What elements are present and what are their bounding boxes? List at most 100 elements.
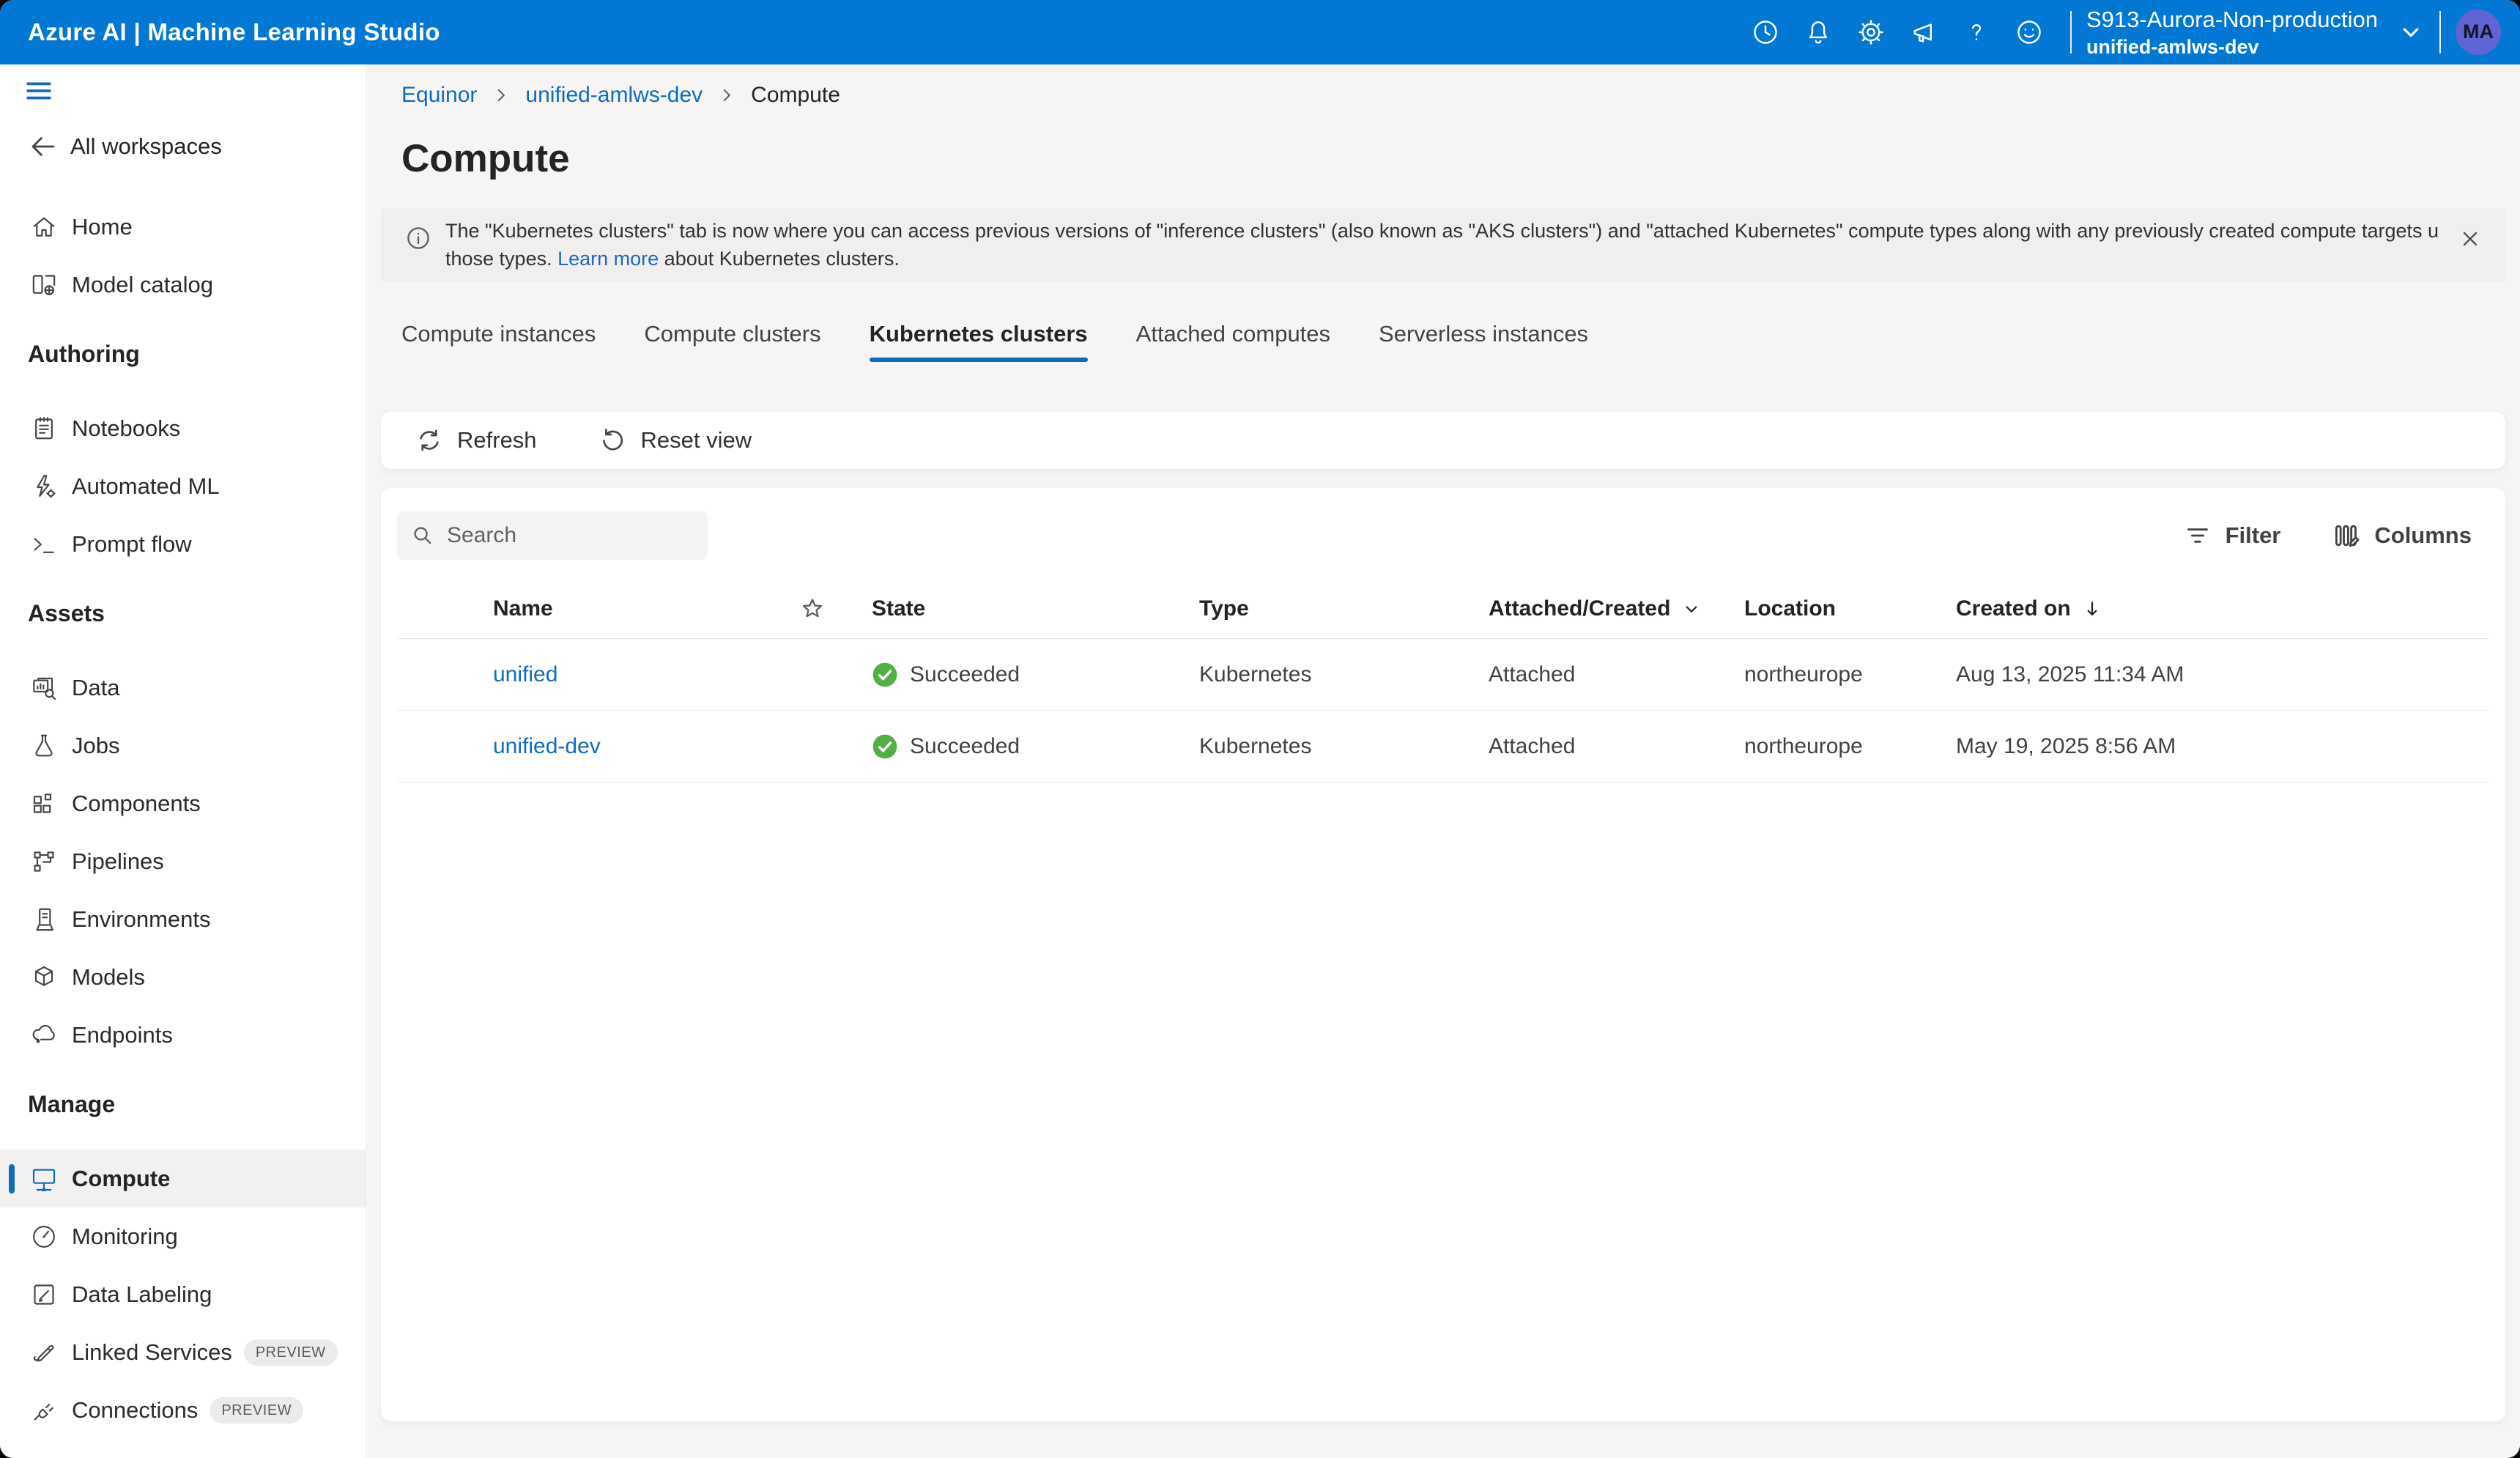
notifications-button[interactable] — [1796, 10, 1840, 54]
search-box[interactable] — [397, 511, 708, 560]
banner-line-1: The "Kubernetes clusters" tab is now whe… — [445, 217, 2438, 245]
settings-button[interactable] — [1849, 10, 1893, 54]
data-icon — [28, 672, 60, 704]
menu-toggle-button[interactable] — [23, 73, 67, 108]
reset-view-button[interactable]: Reset view — [598, 426, 752, 455]
info-banner: The "Kubernetes clusters" tab is now whe… — [381, 208, 2505, 281]
gear-icon — [1856, 17, 1886, 48]
sidebar-item-connections[interactable]: Connections PREVIEW — [0, 1381, 366, 1439]
sidebar-item-label: Pipelines — [72, 848, 164, 875]
tab-compute-clusters[interactable]: Compute clusters — [644, 321, 820, 362]
sidebar-item-label: Compute — [72, 1166, 170, 1192]
sidebar-item-jobs[interactable]: Jobs — [0, 717, 366, 774]
filter-icon — [2183, 521, 2212, 550]
pipelines-icon — [28, 845, 60, 878]
sidebar-item-linked-services[interactable]: Linked Services PREVIEW — [0, 1323, 366, 1381]
banner-close-button[interactable] — [2453, 221, 2488, 256]
sidebar-item-compute[interactable]: Compute — [0, 1150, 366, 1207]
cube-icon — [28, 961, 60, 993]
filter-button[interactable]: Filter — [2183, 521, 2281, 550]
sidebar-item-monitoring[interactable]: Monitoring — [0, 1207, 366, 1265]
app-title: Azure AI | Machine Learning Studio — [28, 18, 440, 46]
columns-label: Columns — [2374, 522, 2472, 549]
endpoints-cloud-icon — [28, 1019, 60, 1051]
preview-badge: PREVIEW — [244, 1339, 338, 1366]
sidebar-item-endpoints[interactable]: Endpoints — [0, 1006, 366, 1064]
gauge-icon — [28, 1221, 60, 1253]
hamburger-icon — [23, 75, 54, 106]
home-icon — [28, 211, 60, 243]
column-header-location[interactable]: Location — [1744, 596, 1836, 621]
tab-attached-computes[interactable]: Attached computes — [1136, 321, 1330, 362]
megaphone-icon — [1908, 17, 1939, 48]
user-avatar[interactable]: MA — [2456, 10, 2501, 55]
label-pen-icon — [28, 1278, 60, 1311]
favorite-column-header[interactable] — [798, 595, 826, 623]
workspace-subtitle: unified-amlws-dev — [2086, 35, 2378, 59]
sidebar-item-home[interactable]: Home — [0, 198, 366, 256]
location-cell: northeurope — [1744, 734, 1863, 759]
workspace-switcher[interactable]: S913-Aurora-Non-production unified-amlws… — [2086, 6, 2425, 59]
cluster-name-link[interactable]: unified — [493, 662, 557, 687]
column-header-attached-created[interactable]: Attached/Created — [1489, 596, 1702, 621]
preview-badge: PREVIEW — [210, 1397, 303, 1424]
sidebar-item-environments[interactable]: Environments — [0, 890, 366, 948]
columns-button[interactable]: Columns — [2332, 521, 2472, 550]
sidebar-item-label: Linked Services — [72, 1339, 232, 1366]
search-input[interactable] — [447, 523, 730, 548]
column-header-type[interactable]: Type — [1199, 596, 1249, 621]
attached-cell: Attached — [1489, 662, 1575, 687]
chevron-right-icon — [492, 86, 511, 105]
tab-serverless-instances[interactable]: Serverless instances — [1379, 321, 1588, 362]
star-icon — [798, 595, 826, 623]
sidebar-item-label: Home — [72, 214, 133, 240]
sidebar-item-prompt-flow[interactable]: Prompt flow — [0, 515, 366, 573]
sidebar-item-components[interactable]: Components — [0, 774, 366, 832]
arrow-left-icon — [28, 131, 59, 162]
sidebar-item-all-workspaces[interactable]: All workspaces — [0, 120, 366, 173]
sidebar-item-model-catalog[interactable]: Model catalog — [0, 256, 366, 314]
sidebar-item-models[interactable]: Models — [0, 948, 366, 1006]
refresh-button[interactable]: Refresh — [415, 426, 537, 455]
sidebar-item-label: Connections — [72, 1397, 198, 1424]
table-row[interactable]: unified Succeeded Kubernetes Attached no… — [381, 639, 2505, 711]
banner-text: The "Kubernetes clusters" tab is now whe… — [445, 217, 2438, 273]
help-button[interactable] — [1954, 10, 1998, 54]
feedback-button[interactable] — [2007, 10, 2051, 54]
sidebar-item-label: All workspaces — [70, 133, 222, 160]
banner-line-2: those types. Learn more about Kubernetes… — [445, 245, 2438, 273]
location-cell: northeurope — [1744, 662, 1863, 687]
sidebar-item-pipelines[interactable]: Pipelines — [0, 832, 366, 890]
flask-icon — [28, 730, 60, 762]
sidebar-item-automated-ml[interactable]: Automated ML — [0, 457, 366, 515]
model-catalog-icon — [28, 269, 60, 301]
banner-line2-post: about Kubernetes clusters. — [659, 248, 900, 270]
breadcrumb-workspace[interactable]: unified-amlws-dev — [525, 83, 703, 108]
history-button[interactable] — [1743, 10, 1787, 54]
column-header-created-on[interactable]: Created on — [1956, 596, 2103, 621]
app-window: Azure AI | Machine Learning Studio — [0, 0, 2520, 1458]
learn-more-link[interactable]: Learn more — [557, 248, 659, 270]
topbar-actions: S913-Aurora-Non-production unified-amlws… — [1739, 6, 2501, 59]
column-header-name[interactable]: Name — [493, 596, 553, 621]
column-header-state[interactable]: State — [872, 596, 925, 621]
table-row[interactable]: unified-dev Succeeded Kubernetes Attache… — [381, 711, 2505, 782]
compute-monitor-icon — [28, 1163, 60, 1195]
sidebar-item-data-labeling[interactable]: Data Labeling — [0, 1265, 366, 1323]
state-cell: Succeeded — [872, 733, 1020, 760]
tab-compute-instances[interactable]: Compute instances — [401, 321, 596, 362]
sidebar-section-manage: Manage — [0, 1076, 366, 1133]
sidebar-item-data[interactable]: Data — [0, 659, 366, 717]
breadcrumb: Equinor unified-amlws-dev Compute — [401, 81, 2505, 110]
state-cell: Succeeded — [872, 662, 1020, 688]
sidebar-item-notebooks[interactable]: Notebooks — [0, 399, 366, 457]
announcements-button[interactable] — [1902, 10, 1946, 54]
main-layout: All workspaces Home Model catalog Author… — [0, 64, 2520, 1458]
tab-kubernetes-clusters[interactable]: Kubernetes clusters — [870, 321, 1088, 362]
smiley-icon — [2014, 17, 2045, 48]
state-label: Succeeded — [910, 662, 1020, 687]
cluster-name-link[interactable]: unified-dev — [493, 734, 601, 759]
topbar-divider — [2070, 11, 2072, 53]
breadcrumb-equinor[interactable]: Equinor — [401, 83, 477, 108]
close-icon — [2458, 227, 2482, 251]
